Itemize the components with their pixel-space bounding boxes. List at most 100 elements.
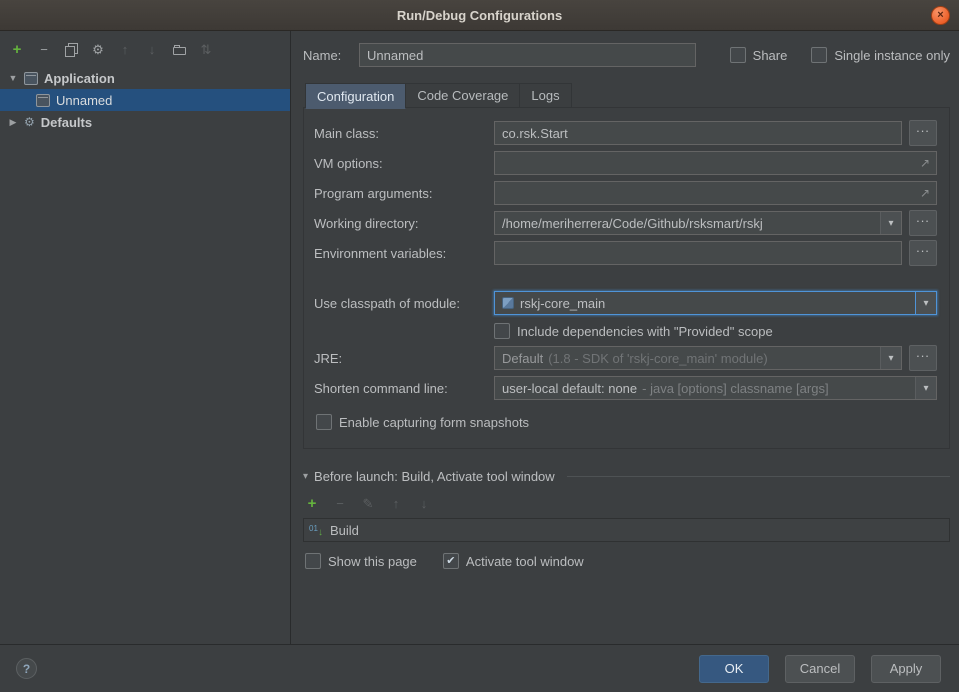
main-class-row: Main class: co.rsk.Start ... [314, 121, 937, 145]
collapse-icon[interactable]: ▾ [303, 471, 308, 482]
tab-code-coverage[interactable]: Code Coverage [405, 83, 520, 108]
classpath-module-select[interactable]: rskj-core_main ▾ [494, 291, 937, 315]
sort-configurations-button[interactable]: ⇅ [199, 42, 213, 56]
module-icon [502, 297, 514, 309]
tab-label: Logs [531, 88, 559, 103]
jre-select[interactable]: Default (1.8 - SDK of 'rskj-core_main' m… [494, 346, 902, 370]
chevron-down-icon: ▾ [888, 353, 893, 364]
apply-label: Apply [890, 661, 923, 676]
include-provided-checkbox[interactable]: Include dependencies with "Provided" sco… [494, 323, 773, 339]
folder-icon [173, 43, 186, 56]
create-folder-button[interactable] [172, 42, 186, 56]
copy-configuration-button[interactable] [64, 42, 78, 56]
before-launch-header[interactable]: ▾ Before launch: Build, Activate tool wi… [303, 469, 950, 484]
tab-logs[interactable]: Logs [519, 83, 571, 108]
tab-label: Code Coverage [417, 88, 508, 103]
show-this-page-checkbox[interactable]: Show this page [305, 553, 417, 569]
vm-options-label: VM options: [314, 156, 494, 171]
tree-item-label: Application [44, 71, 115, 86]
environment-variables-label: Environment variables: [314, 246, 494, 261]
tree-item-application[interactable]: ▼ Application [0, 67, 290, 89]
vm-options-row: VM options: ↗ [314, 151, 937, 175]
configuration-tab-panel: Main class: co.rsk.Start ... VM options:… [303, 107, 950, 449]
checkbox-checked-icon: ✔ [443, 553, 459, 569]
jre-label: JRE: [314, 351, 494, 366]
arrow-up-icon: ↑ [122, 43, 129, 56]
classpath-module-row: Use classpath of module: rskj-core_main … [314, 291, 937, 315]
chevron-down-icon: ▾ [923, 298, 928, 309]
close-icon: × [937, 10, 943, 21]
tree-item-label: Defaults [41, 115, 92, 130]
sidebar-toolbar: + − ⚙ ↑ ↓ ⇅ [0, 31, 290, 65]
pencil-icon: ✎ [363, 497, 374, 510]
remove-task-button[interactable]: − [333, 496, 347, 510]
question-icon: ? [23, 662, 30, 676]
cancel-label: Cancel [800, 661, 840, 676]
environment-variables-browse-button[interactable]: ... [909, 240, 937, 266]
cancel-button[interactable]: Cancel [785, 655, 855, 683]
activate-tool-window-checkbox[interactable]: ✔ Activate tool window [443, 553, 584, 569]
tree-item-unnamed[interactable]: Unnamed [0, 89, 290, 111]
sort-icon: ⇅ [201, 43, 212, 56]
single-instance-checkbox[interactable]: Single instance only [811, 47, 950, 63]
help-button[interactable]: ? [16, 658, 37, 679]
working-directory-browse-button[interactable]: ... [909, 210, 937, 236]
tab-configuration[interactable]: Configuration [305, 83, 406, 109]
checkbox-icon [316, 414, 332, 430]
remove-icon: − [336, 497, 344, 510]
main-class-browse-button[interactable]: ... [909, 120, 937, 146]
share-label: Share [753, 48, 788, 63]
gear-icon: ⚙ [92, 43, 104, 56]
task-down-button[interactable]: ↓ [417, 496, 431, 510]
close-button[interactable]: × [931, 6, 950, 25]
working-directory-dropdown-button[interactable]: ▾ [880, 212, 901, 234]
before-launch-title: Before launch: Build, Activate tool wind… [314, 469, 555, 484]
environment-variables-row: Environment variables: ... [314, 241, 937, 265]
name-input[interactable]: Unnamed [359, 43, 696, 67]
environment-variables-input[interactable] [494, 241, 902, 265]
working-directory-input[interactable]: /home/meriherrera/Code/Github/rsksmart/r… [494, 211, 902, 235]
expand-open-icon[interactable]: ▼ [8, 73, 18, 83]
jre-browse-button[interactable]: ... [909, 345, 937, 371]
task-up-button[interactable]: ↑ [389, 496, 403, 510]
checkbox-icon [305, 553, 321, 569]
dialog-footer: ? OK Cancel Apply [0, 644, 959, 692]
classpath-module-value: rskj-core_main [520, 296, 605, 311]
run-debug-configurations-dialog: Run/Debug Configurations × + − ⚙ ↑ ↓ ⇅ ▼ [0, 0, 959, 692]
edit-task-button[interactable]: ✎ [361, 496, 375, 510]
vm-options-input[interactable]: ↗ [494, 151, 937, 175]
expand-editor-icon[interactable]: ↗ [914, 186, 936, 200]
checkbox-icon [494, 323, 510, 339]
arrow-down-icon: ↓ [421, 497, 428, 510]
tree-item-defaults[interactable]: ▶ ⚙ Defaults [0, 111, 290, 133]
classpath-module-dropdown-button[interactable]: ▾ [915, 292, 936, 314]
ok-button[interactable]: OK [699, 655, 769, 683]
remove-configuration-button[interactable]: − [37, 42, 51, 56]
build-icon-arrow: ↓ [318, 528, 323, 538]
task-item-build[interactable]: 01 ↓ Build [304, 519, 949, 541]
move-down-button[interactable]: ↓ [145, 42, 159, 56]
main-class-input[interactable]: co.rsk.Start [494, 121, 902, 145]
apply-button[interactable]: Apply [871, 655, 941, 683]
expand-collapsed-icon[interactable]: ▶ [8, 117, 18, 128]
edit-templates-button[interactable]: ⚙ [91, 42, 105, 56]
before-launch-task-list: 01 ↓ Build [303, 518, 950, 542]
build-icon-digits: 01 [309, 525, 318, 533]
working-directory-label: Working directory: [314, 216, 494, 231]
add-task-button[interactable]: + [305, 496, 319, 510]
move-up-button[interactable]: ↑ [118, 42, 132, 56]
expand-editor-icon[interactable]: ↗ [914, 156, 936, 170]
share-checkbox[interactable]: Share [730, 47, 788, 63]
arrow-down-icon: ↓ [149, 43, 156, 56]
configuration-editor: Name: Unnamed Share Single instance only… [291, 31, 959, 644]
jre-dropdown-button[interactable]: ▾ [880, 347, 901, 369]
capture-snapshots-label: Enable capturing form snapshots [339, 415, 529, 430]
program-arguments-input[interactable]: ↗ [494, 181, 937, 205]
add-configuration-button[interactable]: + [10, 42, 24, 56]
working-directory-value: /home/meriherrera/Code/Github/rsksmart/r… [502, 216, 763, 231]
ok-label: OK [725, 661, 744, 676]
shorten-command-line-select[interactable]: user-local default: none - java [options… [494, 376, 937, 400]
capture-snapshots-checkbox[interactable]: Enable capturing form snapshots [316, 414, 529, 430]
dialog-body: + − ⚙ ↑ ↓ ⇅ ▼ Application Unnamed [0, 31, 959, 644]
shorten-command-line-dropdown-button[interactable]: ▾ [915, 377, 936, 399]
